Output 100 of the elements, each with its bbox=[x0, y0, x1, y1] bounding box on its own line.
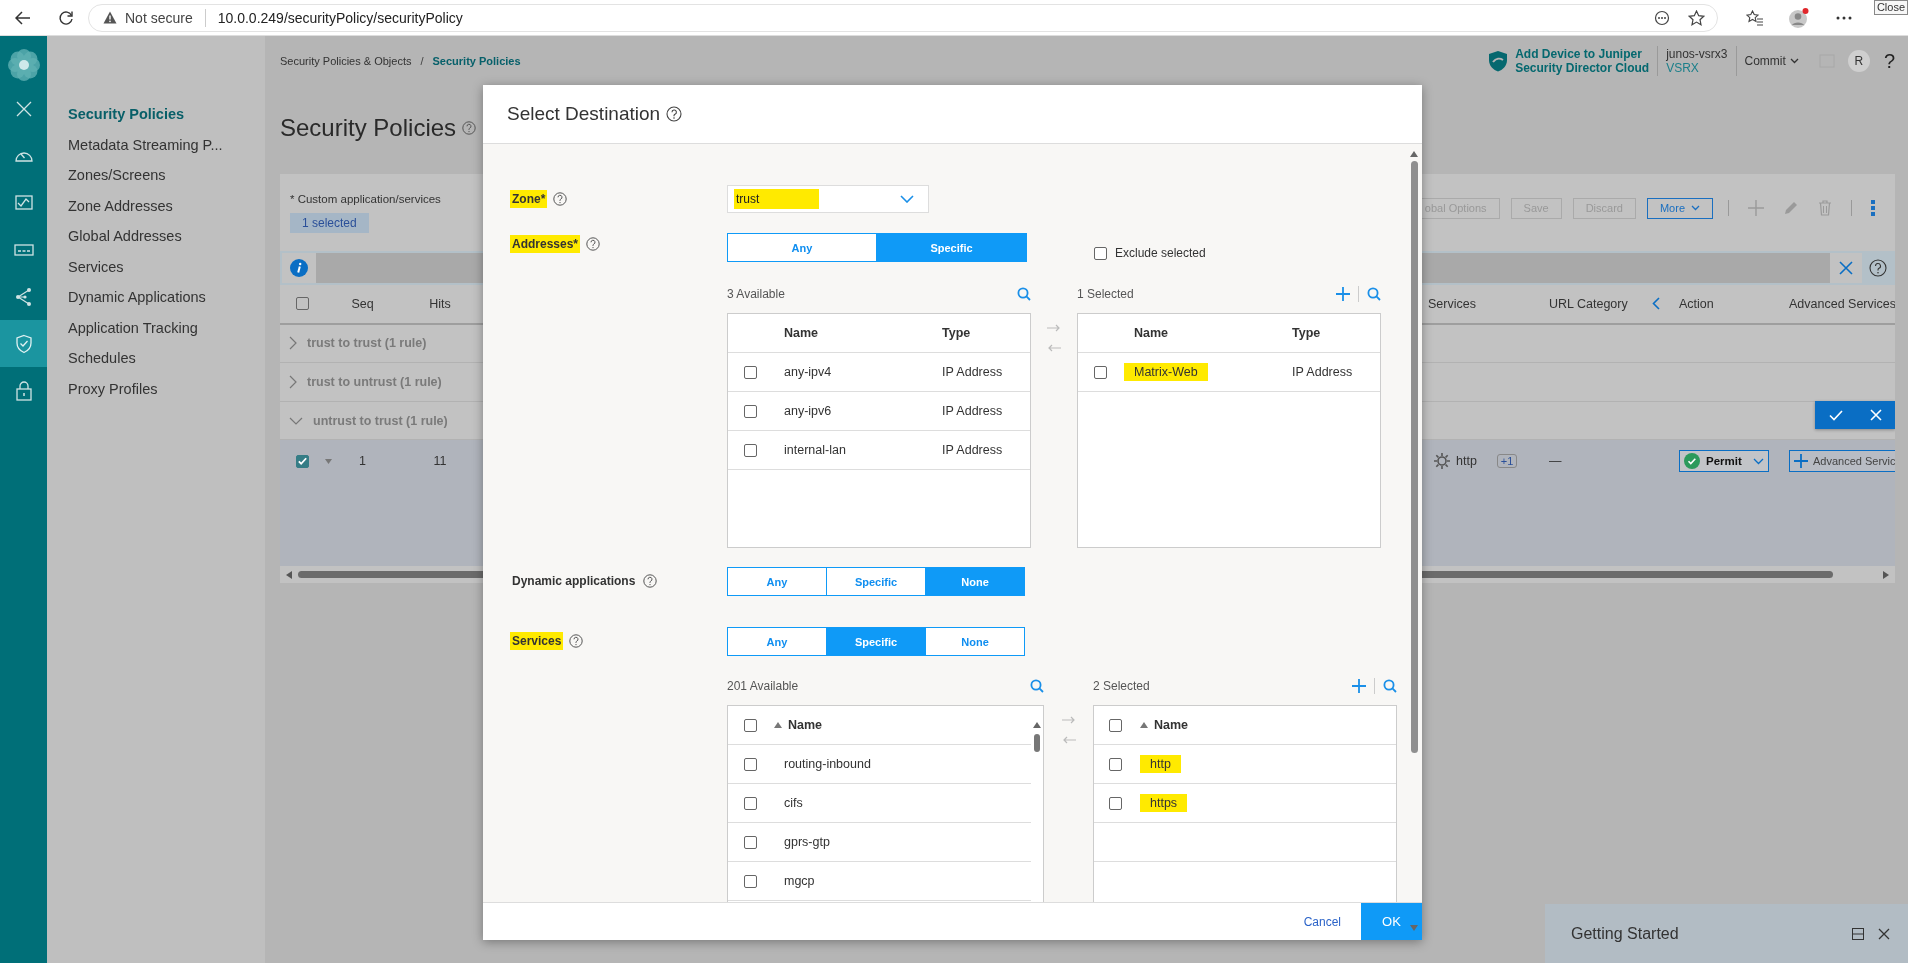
share-nodes-icon[interactable] bbox=[13, 286, 34, 307]
commit-dropdown[interactable]: Commit bbox=[1744, 54, 1799, 68]
nav-item[interactable]: Security Policies bbox=[47, 99, 265, 130]
back-icon[interactable] bbox=[15, 10, 31, 25]
reload-icon[interactable] bbox=[58, 9, 74, 26]
column-header[interactable]: Type bbox=[942, 326, 971, 340]
scroll-up-icon bbox=[1410, 151, 1418, 157]
close-icon[interactable] bbox=[1878, 927, 1890, 940]
checkbox[interactable] bbox=[1094, 246, 1107, 260]
chevron-left-icon[interactable] bbox=[1652, 297, 1660, 311]
checkbox[interactable] bbox=[744, 365, 757, 379]
cancel-button[interactable]: Cancel bbox=[1283, 903, 1361, 940]
table-cell: http bbox=[1456, 454, 1477, 469]
chart-check-icon[interactable] bbox=[13, 192, 34, 213]
search-icon[interactable] bbox=[1017, 287, 1031, 301]
favorites-icon[interactable] bbox=[1746, 9, 1764, 26]
scroll-right-icon bbox=[1883, 570, 1889, 579]
column-header[interactable]: URL Category bbox=[1549, 296, 1628, 311]
breadcrumb-link[interactable]: Security Policies & Objects bbox=[280, 55, 412, 67]
more-icon[interactable] bbox=[1836, 15, 1852, 20]
column-header[interactable]: Seq bbox=[351, 296, 374, 311]
breadcrumb-link[interactable]: Security Policies bbox=[432, 55, 521, 67]
column-header[interactable]: Name bbox=[784, 326, 819, 340]
advanced-services-button[interactable]: Advanced Servic bbox=[1789, 450, 1895, 473]
chevron-down-icon[interactable] bbox=[289, 416, 303, 425]
profile-avatar-icon[interactable] bbox=[1788, 6, 1810, 29]
checkbox[interactable] bbox=[744, 757, 757, 771]
zone-select[interactable]: trust bbox=[727, 185, 929, 213]
checkbox[interactable] bbox=[744, 874, 757, 888]
list-count: 201 Available bbox=[727, 679, 799, 693]
address-bar[interactable]: Not secure 10.0.0.249/securityPolicy/securityPolicy bbox=[88, 3, 1718, 32]
field-label: Dynamic applications bbox=[511, 573, 637, 590]
action-dropdown[interactable]: Permit bbox=[1679, 450, 1769, 473]
nav-item[interactable]: Services bbox=[47, 251, 265, 282]
kebab-menu-icon[interactable] bbox=[1871, 200, 1875, 216]
nav-item[interactable]: Metadata Streaming P... bbox=[47, 129, 265, 160]
column-header[interactable]: Action bbox=[1679, 296, 1714, 311]
search-icon[interactable] bbox=[1367, 287, 1381, 301]
nav-item[interactable]: Proxy Profiles bbox=[47, 373, 265, 404]
nav-item[interactable]: Global Addresses bbox=[47, 221, 265, 252]
checkbox-label: Exclude selected bbox=[1115, 246, 1206, 260]
checkbox[interactable] bbox=[744, 718, 757, 732]
checkbox[interactable] bbox=[1094, 365, 1107, 379]
sort-ascending-icon[interactable] bbox=[1140, 722, 1148, 728]
search-icon[interactable] bbox=[1030, 679, 1044, 693]
caret-icon[interactable] bbox=[325, 458, 332, 464]
nav-item[interactable]: Dynamic Applications bbox=[47, 282, 265, 313]
column-header[interactable]: Type bbox=[1292, 326, 1321, 340]
checkbox[interactable] bbox=[744, 796, 757, 810]
add-icon[interactable] bbox=[1336, 287, 1350, 301]
list-count: 3 Available bbox=[727, 287, 785, 301]
help-link[interactable]: ? bbox=[1883, 49, 1895, 73]
scroll-thumb[interactable] bbox=[1034, 734, 1040, 752]
tooltip: Close bbox=[1873, 0, 1908, 15]
close-icon[interactable] bbox=[1839, 261, 1853, 276]
column-header[interactable]: Hits bbox=[429, 296, 451, 311]
nav-item[interactable]: Schedules bbox=[47, 343, 265, 374]
confirm-check-icon[interactable] bbox=[1828, 409, 1843, 421]
column-header[interactable]: Advanced Services bbox=[1789, 296, 1895, 311]
star-icon[interactable] bbox=[1688, 9, 1705, 26]
list-item-name: any-ipv4 bbox=[784, 365, 832, 379]
security-label: Not secure bbox=[125, 9, 193, 26]
column-header[interactable]: Name bbox=[1134, 326, 1169, 340]
help-icon[interactable] bbox=[1868, 259, 1887, 278]
nav-item[interactable]: Zone Addresses bbox=[47, 190, 265, 221]
help-icon[interactable] bbox=[666, 106, 683, 122]
column-header[interactable]: Name bbox=[1154, 718, 1189, 732]
column-header[interactable]: Name bbox=[788, 718, 823, 732]
search-icon[interactable] bbox=[1383, 679, 1397, 693]
chevron-right-icon[interactable] bbox=[289, 336, 297, 351]
checkbox[interactable] bbox=[744, 443, 757, 457]
nav-item[interactable]: Zones/Screens bbox=[47, 160, 265, 191]
checkbox[interactable] bbox=[1109, 718, 1122, 732]
table-cell: 11 bbox=[433, 454, 447, 469]
add-icon[interactable] bbox=[1352, 679, 1366, 693]
scroll-thumb[interactable] bbox=[1410, 161, 1418, 753]
checkbox[interactable] bbox=[744, 404, 757, 418]
table-cell: 1 bbox=[359, 454, 366, 469]
page-menu-icon[interactable] bbox=[1654, 9, 1670, 26]
lock-icon[interactable] bbox=[13, 380, 34, 401]
list-item-name: gprs-gtp bbox=[784, 835, 830, 849]
list-item-name: http bbox=[1140, 755, 1181, 773]
page-title: Security Policies bbox=[280, 114, 457, 142]
column-header[interactable]: Services bbox=[1428, 296, 1476, 311]
chevron-right-icon[interactable] bbox=[289, 374, 297, 389]
list-item-name: mgcp bbox=[784, 874, 815, 888]
group-label: untrust to trust (1 rule) bbox=[313, 413, 448, 428]
checkbox[interactable] bbox=[1109, 796, 1122, 810]
nav-item[interactable]: Application Tracking bbox=[47, 312, 265, 343]
list-item-type: IP Address bbox=[942, 404, 1003, 418]
checkbox[interactable] bbox=[296, 297, 309, 311]
count-badge[interactable]: +1 bbox=[1496, 454, 1518, 469]
sort-ascending-icon[interactable] bbox=[774, 722, 782, 728]
user-avatar[interactable]: R bbox=[1847, 50, 1870, 72]
maximize-icon[interactable] bbox=[1852, 927, 1864, 940]
checkbox[interactable] bbox=[1109, 757, 1122, 771]
shield-check-icon[interactable] bbox=[0, 320, 47, 367]
list-item-name: internal-lan bbox=[784, 443, 846, 457]
checkbox[interactable] bbox=[296, 454, 309, 468]
checkbox[interactable] bbox=[744, 835, 757, 849]
